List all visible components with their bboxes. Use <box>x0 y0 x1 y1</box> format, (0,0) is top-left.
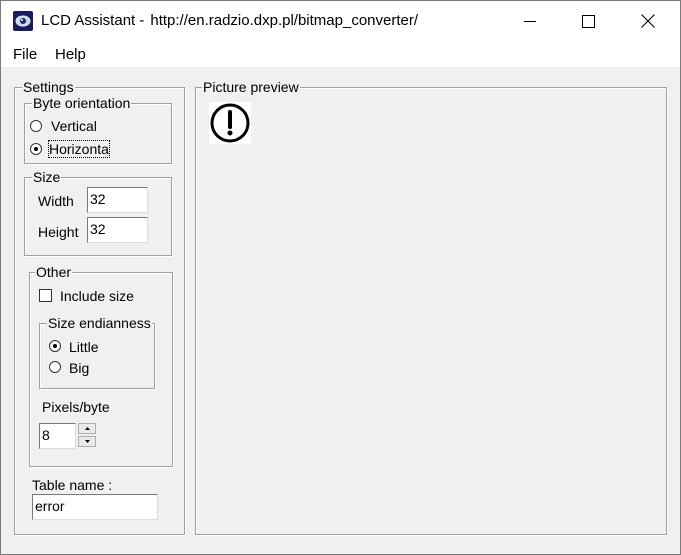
arrow-up-icon <box>84 427 90 430</box>
minimize-icon <box>524 21 536 22</box>
spin-up-button[interactable] <box>78 423 96 434</box>
table-name-label: Table name : <box>32 477 113 493</box>
include-size-label[interactable]: Include size <box>60 288 134 304</box>
radio-big[interactable] <box>49 361 61 373</box>
window-title-app: LCD Assistant - <box>41 12 145 29</box>
height-label: Height <box>38 224 79 240</box>
maximize-icon <box>581 14 595 28</box>
radio-vertical-label[interactable]: Vertical <box>51 118 97 134</box>
radio-vertical[interactable] <box>30 120 42 132</box>
height-input[interactable]: 32 <box>87 217 148 243</box>
close-icon <box>641 14 655 28</box>
width-label: Width <box>38 193 74 209</box>
window-title-url: http://en.radzio.dxp.pl/bitmap_converter… <box>150 12 419 29</box>
title-bar[interactable]: LCD Assistant - http://en.radzio.dxp.pl/b… <box>1 1 680 41</box>
radio-horizontal[interactable] <box>30 143 42 155</box>
settings-legend: Settings <box>22 79 75 95</box>
radio-horizontal-label[interactable]: Horizonta <box>48 140 110 158</box>
menu-bar: File Help <box>1 41 680 67</box>
minimize-button[interactable] <box>501 1 559 41</box>
menu-file[interactable]: File <box>13 46 37 63</box>
size-endianness-group: Size endianness <box>39 315 155 389</box>
pixels-per-byte-label: Pixels/byte <box>42 399 110 415</box>
spin-down-button[interactable] <box>78 436 96 447</box>
radio-little-label[interactable]: Little <box>69 339 99 355</box>
radio-big-label[interactable]: Big <box>69 360 89 376</box>
include-size-checkbox[interactable] <box>39 289 52 302</box>
app-window: LCD Assistant - http://en.radzio.dxp.pl/b… <box>0 0 681 555</box>
byte-orientation-legend: Byte orientation <box>32 95 132 111</box>
size-endianness-legend: Size endianness <box>47 315 152 331</box>
close-button[interactable] <box>619 1 677 41</box>
window-title: LCD Assistant - http://en.radzio.dxp.pl/b… <box>41 12 418 29</box>
radio-little[interactable] <box>49 340 61 352</box>
menu-help[interactable]: Help <box>55 46 86 63</box>
app-icon[interactable] <box>13 11 33 31</box>
picture-preview-group: Picture preview <box>195 79 667 535</box>
width-input[interactable]: 32 <box>87 187 148 213</box>
preview-image <box>209 102 251 144</box>
size-legend: Size <box>32 169 62 185</box>
picture-preview-legend: Picture preview <box>202 79 300 95</box>
maximize-button[interactable] <box>559 1 617 41</box>
other-legend: Other <box>35 264 73 280</box>
exclamation-circle-icon <box>210 103 250 143</box>
table-name-input[interactable]: error <box>32 494 158 520</box>
arrow-down-icon <box>84 440 90 443</box>
pixels-per-byte-input[interactable]: 8 <box>39 423 76 449</box>
